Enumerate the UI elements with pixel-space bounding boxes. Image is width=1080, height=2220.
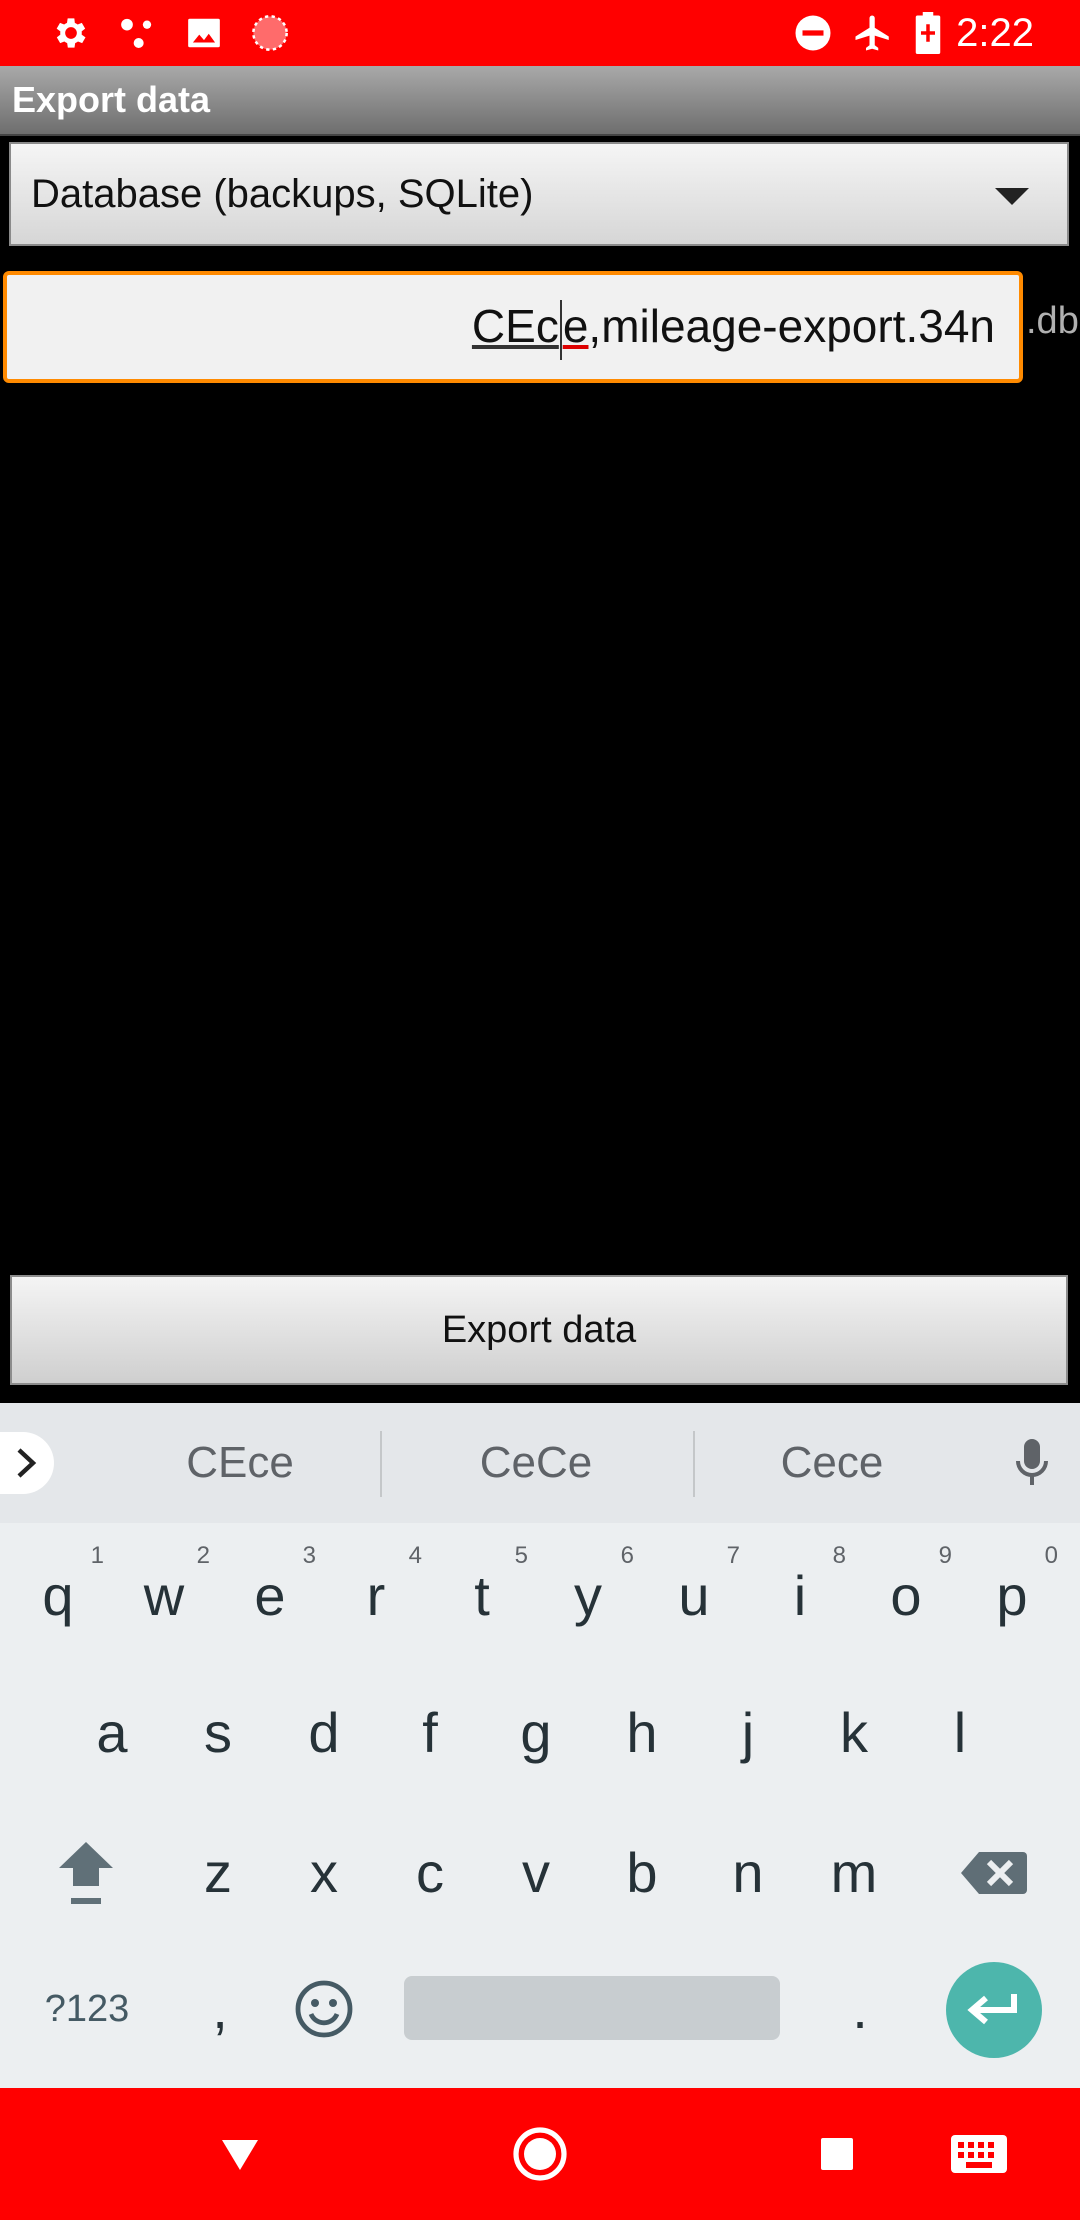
settings-icon [48,0,94,66]
keyboard-icon [951,2135,1007,2173]
key-z[interactable]: z [168,1813,268,1933]
enter-icon [967,1994,1017,2025]
key-p[interactable]: p0 [962,1536,1062,1656]
key-o[interactable]: o9 [856,1536,956,1656]
key-r[interactable]: r4 [326,1536,426,1656]
navigation-bar [0,2088,1080,2220]
key-c[interactable]: c [380,1813,480,1933]
filename-input[interactable]: CEce,mileage-export.34n [3,271,1023,383]
emoji-key[interactable] [274,1949,374,2069]
backspace-icon [961,1852,1027,1894]
composing-text: CEce [472,299,588,360]
key-u[interactable]: u7 [644,1536,744,1656]
status-bar: 2:22 [0,0,1080,66]
backspace-key[interactable] [944,1813,1044,1933]
recents-square-icon [821,2138,853,2170]
battery-charging-icon [906,0,950,66]
image-icon [182,0,226,66]
back-button[interactable] [200,2088,280,2220]
key-t[interactable]: t5 [432,1536,532,1656]
key-b[interactable]: b [592,1813,692,1933]
key-f[interactable]: f [380,1673,480,1793]
loading-icon [248,0,292,66]
symbols-key[interactable]: ?123 [22,1949,152,2069]
home-circle-icon [513,2127,567,2181]
key-w[interactable]: w2 [114,1536,214,1656]
shift-key[interactable] [36,1813,136,1933]
suggestion-divider [380,1431,382,1497]
period-key[interactable]: . [810,1949,910,2069]
suggestion-2[interactable]: CeCe [436,1403,636,1523]
chevron-right-icon [17,1448,37,1478]
export-data-button[interactable]: Export data [10,1275,1068,1385]
key-q[interactable]: q1 [8,1536,108,1656]
key-y[interactable]: y6 [538,1536,638,1656]
key-h[interactable]: h [592,1673,692,1793]
shift-arrow-icon [59,1842,113,1904]
filename-extension: .db [1026,300,1079,342]
expand-toolbar-button[interactable] [0,1432,54,1494]
recents-button[interactable] [797,2088,877,2220]
dropdown-arrow-icon [995,188,1029,205]
key-a[interactable]: a [62,1673,162,1793]
export-data-button-label: Export data [441,1308,637,1351]
airplane-mode-icon [850,0,896,66]
text-cursor [559,299,562,360]
suggestion-divider [693,1431,695,1497]
clock: 2:22 [956,11,1034,55]
key-d[interactable]: d [274,1673,374,1793]
keyboard-switch-button[interactable] [944,2088,1014,2220]
key-l[interactable]: l [910,1673,1010,1793]
page-title: Export data [12,79,211,120]
connection-icon [114,0,160,66]
key-i[interactable]: i8 [750,1536,850,1656]
back-triangle-icon [222,2140,258,2170]
enter-key[interactable] [946,1962,1042,2058]
export-format-selected: Database (backups, SQLite) [31,172,534,216]
space-bar[interactable] [404,1976,780,2040]
do-not-disturb-icon [790,0,836,66]
key-n[interactable]: n [698,1813,798,1933]
export-format-dropdown[interactable]: Database (backups, SQLite) [9,142,1069,246]
key-e[interactable]: e3 [220,1536,320,1656]
key-g[interactable]: g [486,1673,586,1793]
emoji-icon [295,1980,353,2038]
key-k[interactable]: k [804,1673,904,1793]
home-button[interactable] [500,2088,580,2220]
key-x[interactable]: x [274,1813,374,1933]
microphone-icon[interactable] [1014,1437,1050,1494]
filename-value: CEce,mileage-export.34n [472,275,995,377]
key-s[interactable]: s [168,1673,268,1793]
title-bar: Export data [0,66,1080,136]
suggestion-strip: CEce CeCe Cece [0,1403,1080,1523]
key-m[interactable]: m [804,1813,904,1933]
suggestion-1[interactable]: CEce [140,1403,340,1523]
key-v[interactable]: v [486,1813,586,1933]
soft-keyboard: CEce CeCe Cece q1 w2 e3 r4 t5 y6 u7 i8 o… [0,1403,1080,2088]
suggestion-3[interactable]: Cece [732,1403,932,1523]
comma-key[interactable]: , [170,1949,270,2069]
key-j[interactable]: j [698,1673,798,1793]
